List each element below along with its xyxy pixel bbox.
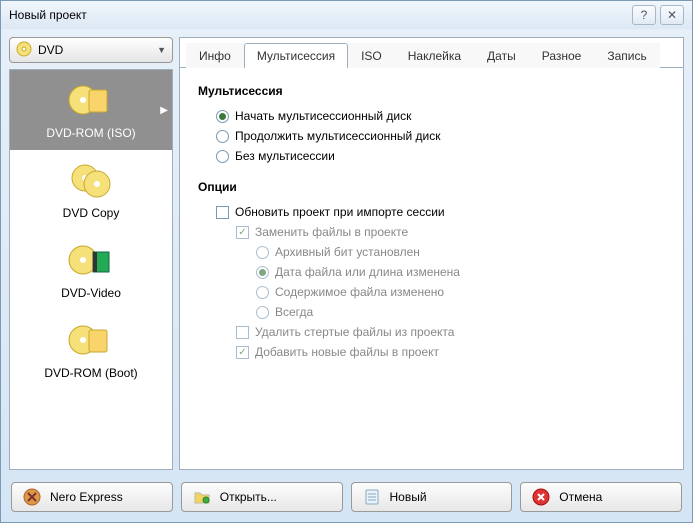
checkbox-update-on-import[interactable]: Обновить проект при импорте сессии	[198, 202, 665, 222]
radio-icon	[256, 286, 269, 299]
sidebar-item-label: DVD-ROM (Boot)	[44, 366, 137, 380]
selected-arrow-icon: ▶	[160, 105, 168, 116]
chevron-down-icon: ▼	[157, 45, 166, 55]
sidebar-item-dvdrom-iso[interactable]: DVD-ROM (ISO) ▶	[10, 70, 172, 150]
radio-label: Всегда	[275, 305, 313, 319]
close-button[interactable]: ✕	[660, 5, 684, 25]
radio-continue-multisession[interactable]: Продолжить мультисессионный диск	[198, 126, 665, 146]
tab-iso[interactable]: ISO	[348, 43, 395, 68]
disc-type-dropdown[interactable]: DVD ▼	[9, 37, 173, 63]
radio-always: Всегда	[198, 302, 665, 322]
new-file-icon	[362, 487, 382, 507]
options-heading: Опции	[198, 180, 665, 194]
radio-label: Продолжить мультисессионный диск	[235, 129, 441, 143]
multisession-heading: Мультисессия	[198, 84, 665, 98]
button-label: Nero Express	[50, 490, 123, 504]
radio-icon	[256, 246, 269, 259]
main-panel: Инфо Мультисессия ISO Наклейка Даты Разн…	[179, 37, 684, 470]
tab-body: Мультисессия Начать мультисессионный дис…	[180, 68, 683, 469]
radio-label: Дата файла или длина изменена	[275, 265, 460, 279]
bottom-bar: Nero Express Открыть... Новый Отмена	[1, 474, 692, 522]
tab-label: Мультисессия	[257, 49, 335, 63]
nero-express-button[interactable]: Nero Express	[11, 482, 173, 512]
tab-misc[interactable]: Разное	[529, 43, 595, 68]
button-label: Отмена	[559, 490, 602, 504]
radio-content-changed: Содержимое файла изменено	[198, 282, 665, 302]
dropdown-label: DVD	[38, 43, 151, 57]
checkbox-icon	[236, 326, 249, 339]
checkbox-icon	[216, 206, 229, 219]
radio-icon	[216, 130, 229, 143]
tab-burn[interactable]: Запись	[594, 43, 659, 68]
tab-label: Запись	[607, 49, 646, 63]
nero-icon	[22, 487, 42, 507]
tab-bar: Инфо Мультисессия ISO Наклейка Даты Разн…	[180, 42, 683, 68]
radio-label: Содержимое файла изменено	[275, 285, 444, 299]
radio-icon	[216, 110, 229, 123]
sidebar-item-label: DVD-ROM (ISO)	[46, 126, 135, 140]
radio-icon	[256, 266, 269, 279]
sidebar-item-label: DVD Copy	[63, 206, 120, 220]
radio-no-multisession[interactable]: Без мультисессии	[198, 146, 665, 166]
radio-label: Архивный бит установлен	[275, 245, 420, 259]
radio-label: Начать мультисессионный диск	[235, 109, 411, 123]
project-type-list[interactable]: DVD-ROM (ISO) ▶ DVD Copy DVD-Video	[9, 69, 173, 470]
sidebar-item-dvdrom-boot[interactable]: DVD-ROM (Boot)	[10, 310, 172, 390]
disc-icon	[16, 41, 32, 60]
titlebar: Новый проект ? ✕	[1, 1, 692, 29]
content-row: DVD ▼ DVD-ROM (ISO) ▶ DVD Copy	[1, 29, 692, 474]
radio-icon	[256, 306, 269, 319]
radio-label: Без мультисессии	[235, 149, 335, 163]
checkbox-label: Удалить стертые файлы из проекта	[255, 325, 454, 339]
checkbox-delete-erased: Удалить стертые файлы из проекта	[198, 322, 665, 342]
sidebar-item-dvd-copy[interactable]: DVD Copy	[10, 150, 172, 230]
sidebar-item-dvd-video[interactable]: DVD-Video	[10, 230, 172, 310]
tab-label: Инфо	[199, 49, 231, 63]
tab-label: ISO	[361, 49, 382, 63]
window-title: Новый проект	[9, 8, 632, 22]
dvdrom-iso-icon	[67, 80, 115, 120]
radio-icon	[216, 150, 229, 163]
radio-start-multisession[interactable]: Начать мультисессионный диск	[198, 106, 665, 126]
dvd-copy-icon	[67, 160, 115, 200]
tab-label-tab[interactable]: Наклейка	[395, 43, 474, 68]
checkbox-icon	[236, 226, 249, 239]
checkbox-icon	[236, 346, 249, 359]
sidebar: DVD ▼ DVD-ROM (ISO) ▶ DVD Copy	[9, 37, 173, 470]
dvdrom-boot-icon	[67, 320, 115, 360]
button-label: Новый	[390, 490, 427, 504]
tab-info[interactable]: Инфо	[186, 43, 244, 68]
button-label: Открыть...	[220, 490, 277, 504]
cancel-button[interactable]: Отмена	[520, 482, 682, 512]
tab-label: Разное	[542, 49, 582, 63]
checkbox-replace-files: Заменить файлы в проекте	[198, 222, 665, 242]
checkbox-label: Добавить новые файлы в проект	[255, 345, 439, 359]
sidebar-item-label: DVD-Video	[61, 286, 121, 300]
tab-multisession[interactable]: Мультисессия	[244, 43, 348, 68]
cancel-icon	[531, 487, 551, 507]
tab-dates[interactable]: Даты	[474, 43, 529, 68]
dialog-window: Новый проект ? ✕ DVD ▼ DVD-ROM (ISO)	[0, 0, 693, 523]
open-button[interactable]: Открыть...	[181, 482, 343, 512]
tab-label: Даты	[487, 49, 516, 63]
checkbox-label: Обновить проект при импорте сессии	[235, 205, 445, 219]
checkbox-label: Заменить файлы в проекте	[255, 225, 408, 239]
titlebar-controls: ? ✕	[632, 5, 684, 25]
radio-archive-bit: Архивный бит установлен	[198, 242, 665, 262]
folder-open-icon	[192, 487, 212, 507]
radio-date-or-length: Дата файла или длина изменена	[198, 262, 665, 282]
help-button[interactable]: ?	[632, 5, 656, 25]
checkbox-add-new: Добавить новые файлы в проект	[198, 342, 665, 362]
new-button[interactable]: Новый	[351, 482, 513, 512]
tab-label: Наклейка	[408, 49, 461, 63]
dvd-video-icon	[67, 240, 115, 280]
